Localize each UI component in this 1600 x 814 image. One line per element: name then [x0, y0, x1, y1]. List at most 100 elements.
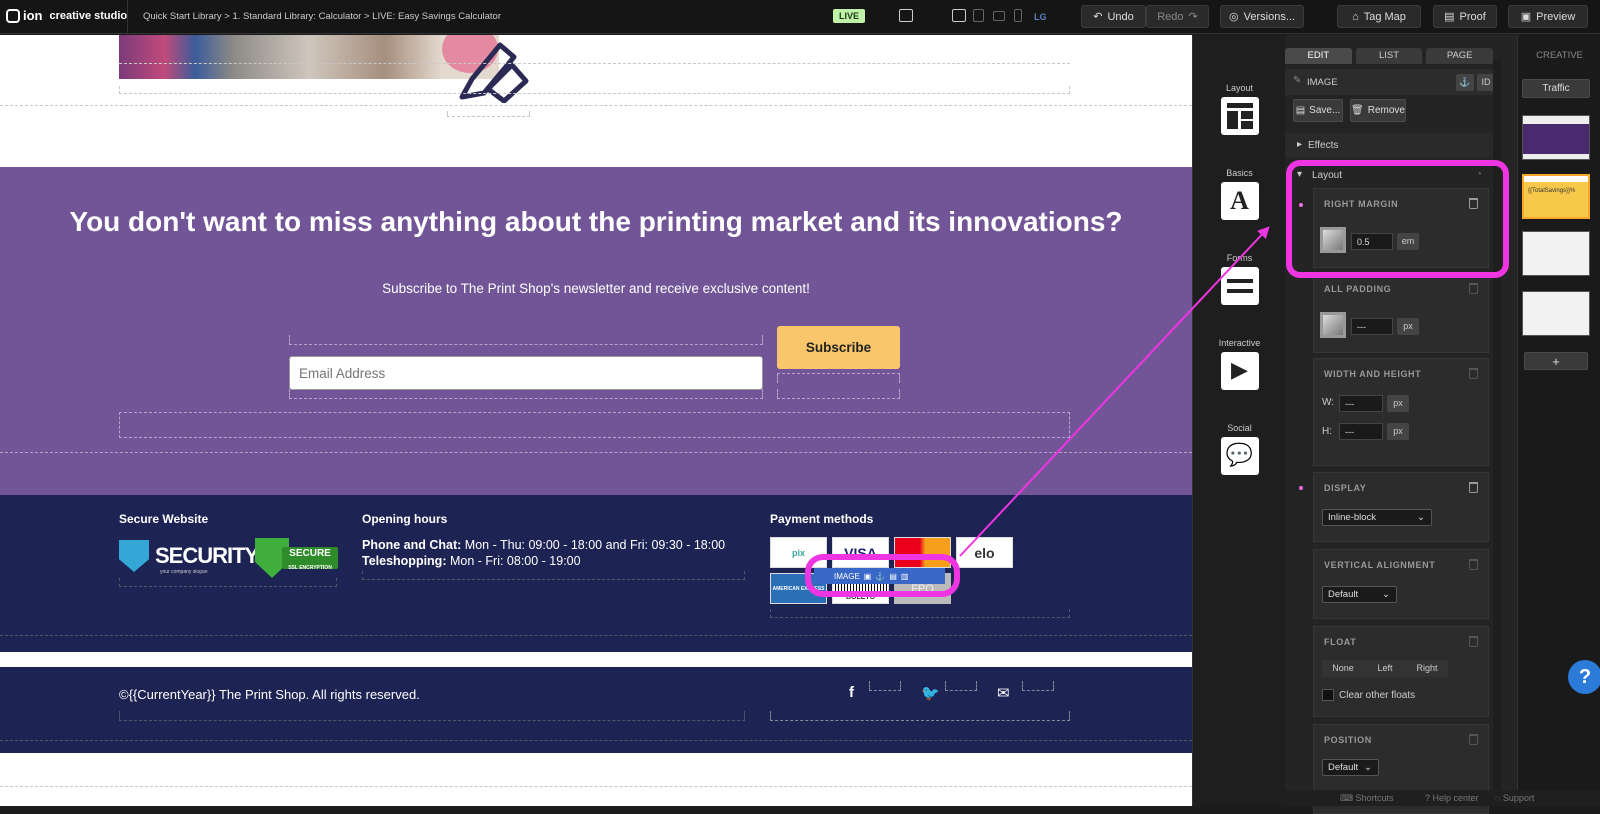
- drop-zone: [770, 711, 1070, 721]
- height-input[interactable]: [1339, 423, 1383, 440]
- proof-button[interactable]: ▤ Proof: [1433, 5, 1497, 28]
- float-right-button[interactable]: Right: [1406, 660, 1448, 677]
- float-left-button[interactable]: Left: [1364, 660, 1406, 677]
- device-size-label[interactable]: LG: [1034, 12, 1047, 22]
- display-section: DISPLAY Inline-block ⌄: [1313, 472, 1489, 542]
- clear-floats-checkbox[interactable]: [1322, 689, 1334, 701]
- vertical-alignment-select[interactable]: Default ⌄: [1322, 586, 1397, 603]
- layout-toggle-icon[interactable]: [899, 9, 913, 22]
- drop-zone: [0, 452, 1192, 453]
- page-canvas[interactable]: You don't want to miss anything about th…: [0, 35, 1192, 806]
- panel-tabs: EDIT LIST PAGE: [1285, 48, 1494, 64]
- subscribe-button[interactable]: Subscribe: [777, 326, 900, 369]
- drop-zone: [119, 63, 1070, 64]
- save-icon: ▤: [1295, 105, 1306, 116]
- widget-forms[interactable]: Forms: [1193, 253, 1286, 305]
- tab-list[interactable]: LIST: [1355, 48, 1423, 64]
- trash-icon[interactable]: [1469, 368, 1478, 379]
- shortcuts-link[interactable]: ⌨ Shortcuts: [1340, 793, 1394, 804]
- padding-input[interactable]: [1351, 318, 1393, 335]
- tablet-landscape-icon[interactable]: [993, 11, 1005, 21]
- effects-section[interactable]: ▸ Effects: [1285, 133, 1493, 157]
- chevron-down-icon: ⌄: [1364, 762, 1372, 773]
- chat-icon: ◌: [1495, 793, 1501, 803]
- trash-icon[interactable]: [1469, 283, 1478, 294]
- drop-zone: [777, 389, 900, 399]
- phone-icon[interactable]: [1014, 9, 1022, 22]
- drop-zone: [770, 609, 1070, 618]
- support-link[interactable]: ◌ Support: [1495, 793, 1534, 803]
- trash-icon[interactable]: [1469, 636, 1478, 647]
- width-input[interactable]: [1339, 395, 1383, 412]
- redo-button[interactable]: Redo ↷: [1146, 5, 1209, 28]
- widget-label: Interactive: [1218, 338, 1261, 348]
- facebook-icon[interactable]: f: [849, 684, 854, 701]
- opening-hours-line-2: Teleshopping: Mon - Fri: 08:00 - 19:00: [362, 554, 581, 568]
- unit-select[interactable]: px: [1397, 318, 1419, 335]
- drop-zone: [119, 711, 745, 721]
- page-thumbnail-4[interactable]: [1522, 291, 1590, 336]
- drop-zone: [119, 578, 337, 587]
- email-icon[interactable]: ✉: [997, 684, 1010, 702]
- hero-image[interactable]: [119, 35, 499, 79]
- unit-select[interactable]: px: [1387, 395, 1409, 412]
- trash-icon[interactable]: [1469, 482, 1478, 493]
- versions-icon: ◎: [1229, 11, 1239, 23]
- element-type: IMAGE: [1307, 77, 1338, 88]
- page-thumbnail-2[interactable]: {{TotalSavings}}%: [1522, 174, 1590, 219]
- page-thumbnail-3[interactable]: [1522, 231, 1590, 276]
- vertical-alignment-section: VERTICAL ALIGNMENT Default ⌄: [1313, 549, 1489, 619]
- pencil-icon: ✎: [1293, 75, 1302, 86]
- footer-section[interactable]: Secure Website SECURITY your company slo…: [0, 495, 1192, 652]
- traffic-button[interactable]: Traffic: [1522, 79, 1590, 98]
- payment-methods-title: Payment methods: [770, 512, 874, 526]
- logo-subtitle: creative studio: [49, 9, 128, 22]
- widget-layout[interactable]: Layout: [1193, 83, 1286, 135]
- drop-zone: [289, 335, 763, 345]
- breadcrumb[interactable]: Quick Start Library > 1. Standard Librar…: [143, 11, 501, 22]
- page-thumbnail-1[interactable]: [1522, 115, 1590, 160]
- email-input[interactable]: [289, 356, 763, 390]
- tag-map-button[interactable]: ⌂ Tag Map: [1337, 5, 1421, 28]
- opening-hours-title: Opening hours: [362, 512, 448, 526]
- tab-page[interactable]: PAGE: [1426, 48, 1494, 64]
- remove-button[interactable]: 🗑 Remove: [1350, 99, 1406, 122]
- chevron-down-icon: ⌄: [1417, 512, 1425, 523]
- unit-select[interactable]: px: [1387, 423, 1409, 440]
- help-icon: ?: [1425, 793, 1431, 803]
- widget-basics[interactable]: Basics A: [1193, 168, 1286, 220]
- drop-zone: [119, 86, 1070, 94]
- logo-text: ion: [23, 8, 43, 23]
- help-button[interactable]: ?: [1568, 660, 1600, 694]
- redo-icon: ↷: [1188, 11, 1198, 23]
- trash-icon[interactable]: [1469, 559, 1478, 570]
- newsletter-section[interactable]: You don't want to miss anything about th…: [0, 167, 1192, 495]
- widget-interactive[interactable]: Interactive ▶: [1193, 338, 1286, 390]
- display-select[interactable]: Inline-block ⌄: [1322, 509, 1432, 526]
- layout-icon: [1220, 97, 1259, 135]
- trash-icon[interactable]: [1469, 734, 1478, 745]
- anchor-icon[interactable]: ⚓: [1456, 74, 1474, 91]
- widget-social[interactable]: Social 💬: [1193, 423, 1286, 475]
- position-select[interactable]: Default ⌄: [1322, 759, 1379, 776]
- tablet-icon[interactable]: [973, 9, 984, 22]
- float-none-button[interactable]: None: [1322, 660, 1364, 677]
- drop-zone: [0, 786, 1192, 787]
- versions-button[interactable]: ◎ Versions...: [1220, 5, 1304, 28]
- save-button[interactable]: ▤ Save...: [1293, 99, 1343, 122]
- desktop-icon[interactable]: [952, 9, 966, 22]
- ssl-badge: SECURE SSL ENCRYPTION: [282, 547, 338, 571]
- widget-label: Forms: [1226, 253, 1253, 263]
- preview-icon: ▣: [1520, 11, 1532, 23]
- tab-edit[interactable]: EDIT: [1285, 48, 1352, 64]
- preview-button[interactable]: ▣ Preview: [1508, 5, 1588, 28]
- element-header: ✎ IMAGE ⚓ ID: [1285, 69, 1495, 95]
- highlight-image-toolbar: [805, 554, 960, 597]
- help-center-link[interactable]: ? Help center: [1425, 793, 1479, 803]
- app-logo[interactable]: ion creative studio: [6, 8, 127, 23]
- add-page-button[interactable]: +: [1524, 352, 1588, 370]
- twitter-icon[interactable]: 🐦: [921, 684, 940, 702]
- payment-logo-elo[interactable]: elo: [956, 537, 1013, 568]
- undo-button[interactable]: ↶ Undo: [1081, 5, 1146, 28]
- copyright-footer[interactable]: ©{{CurrentYear}} The Print Shop. All rig…: [0, 667, 1192, 753]
